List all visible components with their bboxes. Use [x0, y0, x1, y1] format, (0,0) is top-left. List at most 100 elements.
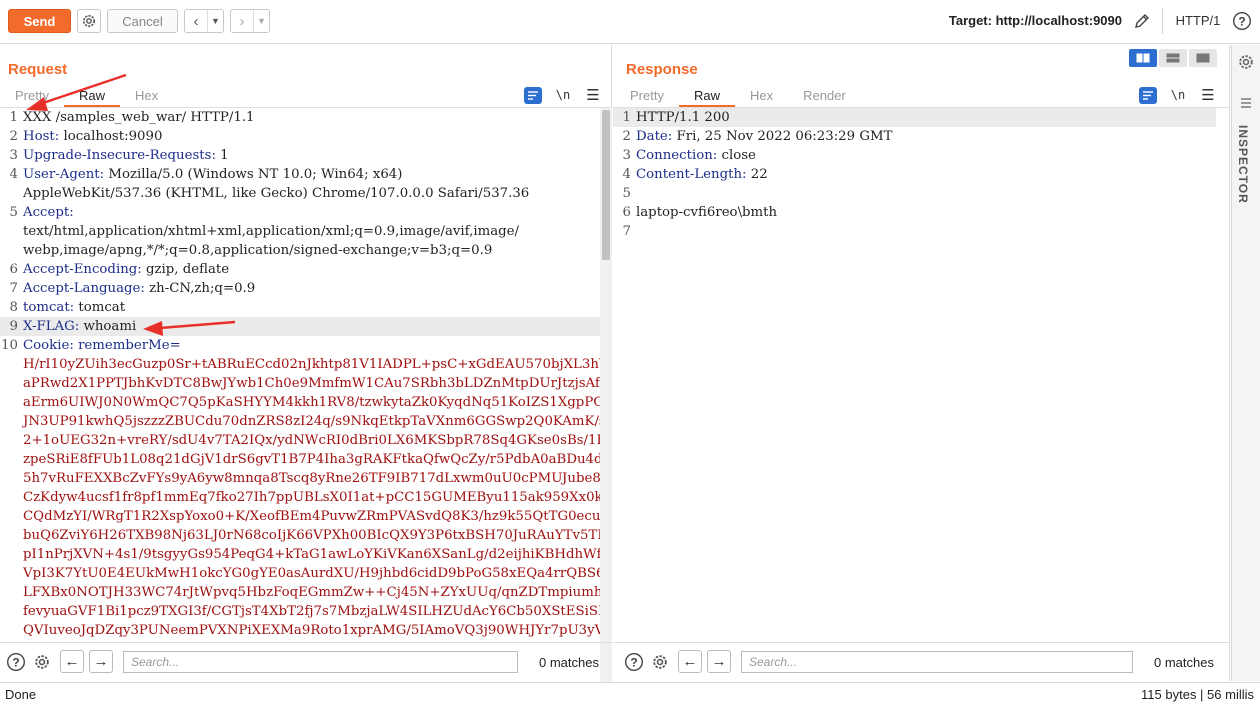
- line-number: [0, 469, 22, 488]
- http-version-toggle[interactable]: HTTP/1: [1170, 13, 1226, 28]
- header-name: Accept-Encoding:: [23, 262, 142, 277]
- code-line: 2 Host: localhost:9090: [0, 127, 600, 146]
- search-prev-button[interactable]: ←: [60, 650, 84, 673]
- line-number: 10: [1, 338, 18, 353]
- code-line: 6 Accept-Encoding: gzip, deflate: [0, 260, 600, 279]
- code-line: fevyuaGVF1Bi1pcz9TXGI3f/CGTjsT4XbT2fj7s7…: [0, 602, 600, 621]
- target-label: Target: http://localhost:9090: [948, 13, 1122, 28]
- search-prev-button[interactable]: ←: [678, 650, 702, 673]
- line-number: [0, 431, 22, 450]
- cookie-value: LFXBx0NOTJH33WC74rJtWpvq5HbzFoqEGmmZw++C…: [23, 585, 600, 600]
- code-line: QVIuveoJqDZqy3PUNeemPVXNPiXEXMa9Roto1xpr…: [0, 621, 600, 640]
- line-number: [0, 355, 22, 374]
- search-next-button[interactable]: →: [707, 650, 731, 673]
- line-number: 3: [622, 148, 631, 163]
- help-icon[interactable]: ?: [6, 652, 26, 672]
- line-content: QVIuveoJqDZqy3PUNeemPVXNPiXEXMa9Roto1xpr…: [22, 621, 600, 640]
- split-vertical-layout-icon[interactable]: [1159, 49, 1187, 67]
- line-content: buQ6ZviY6H26TXB98Nj63LJ0rN68coIjK66VPXh0…: [22, 526, 600, 545]
- header-value: XXX /samples_web_war/ HTTP/1.1: [23, 110, 255, 125]
- line-number: [0, 412, 22, 431]
- line-number: [0, 184, 22, 203]
- newline-toggle[interactable]: \n: [1167, 88, 1189, 102]
- code-line: JN3UP91kwhQ5jszzzZBUCdu70dnZRS8zI24q/s9N…: [0, 412, 600, 431]
- tab-hex[interactable]: Hex: [120, 85, 173, 107]
- line-number: 2: [622, 129, 631, 144]
- cookie-value: CQdMzYI/WRgT1R2XspYoxo0+K/XeofBEm4PuvwZR…: [23, 509, 600, 524]
- code-line: 8 tomcat: tomcat: [0, 298, 600, 317]
- cookie-value: aErm6UIWJ0N0WmQC7Q5pKaSHYYM4kkh1RV8/tzwk…: [23, 395, 600, 410]
- code-line: 7: [613, 222, 1216, 241]
- code-line: 2+1oUEG32n+vreRY/sdU4v7TA2IQx/ydNWcRI0dB…: [0, 431, 600, 450]
- cookie-value: buQ6ZviY6H26TXB98Nj63LJ0rN68coIjK66VPXh0…: [23, 528, 600, 543]
- cookie-value: VpI3K7YtU0E4EUkMwH1okcYG0gYE0asAurdXU/H9…: [23, 566, 600, 581]
- settings-gear-icon[interactable]: [77, 9, 101, 33]
- header-name: tomcat:: [23, 300, 75, 315]
- line-number: 5: [622, 186, 631, 201]
- request-scrollbar[interactable]: [600, 108, 612, 688]
- inspector-sidebar[interactable]: INSPECTOR: [1231, 45, 1260, 681]
- menu-icon[interactable]: ☰: [1199, 86, 1217, 104]
- status-bar: Done 115 bytes | 56 millis: [0, 682, 1260, 703]
- line-number: [0, 621, 22, 640]
- line-content: 2+1oUEG32n+vreRY/sdU4v7TA2IQx/ydNWcRI0dB…: [22, 431, 600, 450]
- line-content: H/rI10yZUih3ecGuzp0Sr+tABRuECcd02nJkhtp8…: [22, 355, 600, 374]
- scrollbar-thumb[interactable]: [602, 110, 610, 260]
- inspector-gear-icon[interactable]: [1237, 53, 1255, 74]
- split-horizontal-layout-icon[interactable]: [1129, 49, 1157, 67]
- history-back-button[interactable]: ‹ ▼: [184, 9, 224, 33]
- request-editor[interactable]: 1 XXX /samples_web_war/ HTTP/1.1 2 Host: lo…: [0, 108, 600, 642]
- edit-target-pencil-icon[interactable]: [1130, 9, 1154, 33]
- history-forward-button[interactable]: › ▼: [230, 9, 270, 33]
- tab-render[interactable]: Render: [788, 85, 861, 107]
- line-number: [0, 545, 22, 564]
- send-button[interactable]: Send: [8, 9, 71, 33]
- tab-pretty[interactable]: Pretty: [615, 85, 679, 107]
- code-line: 1 XXX /samples_web_war/ HTTP/1.1: [0, 108, 600, 127]
- inspector-list-icon[interactable]: [1238, 97, 1254, 112]
- response-title: Response: [626, 61, 698, 78]
- line-content: text/html,application/xhtml+xml,applicat…: [22, 222, 600, 241]
- pretty-print-icon[interactable]: [524, 86, 542, 104]
- line-number: [0, 564, 22, 583]
- request-title: Request: [8, 61, 68, 78]
- inspector-label[interactable]: INSPECTOR: [1236, 125, 1250, 204]
- chevron-right-icon: ›: [239, 12, 245, 30]
- response-editor[interactable]: 1 HTTP/1.1 200 2 Date: Fri, 25 Nov 2022 06:…: [613, 108, 1216, 642]
- chevron-down-icon[interactable]: ▼: [253, 10, 269, 32]
- code-line: 6 laptop-cvfi6reo\bmth: [613, 203, 1216, 222]
- response-editor-tools: \n ☰: [1139, 85, 1217, 105]
- help-icon[interactable]: ?: [1230, 9, 1254, 33]
- line-content: VpI3K7YtU0E4EUkMwH1okcYG0gYE0asAurdXU/H9…: [22, 564, 600, 583]
- help-icon[interactable]: ?: [624, 652, 644, 672]
- line-number: [0, 450, 22, 469]
- tab-raw[interactable]: Raw: [63, 85, 120, 107]
- header-value: laptop-cvfi6reo\bmth: [636, 205, 778, 220]
- response-search-bar: ? ← → 0 matches: [613, 642, 1230, 680]
- svg-text:?: ?: [12, 655, 19, 669]
- cookie-value: 5h7vRuFEXXBcZvFYs9yA6yw8mnqa8Tscq8yRne26…: [23, 471, 600, 486]
- tabs-layout-icon[interactable]: [1189, 49, 1217, 67]
- search-settings-gear-icon[interactable]: [650, 652, 670, 672]
- chevron-down-icon[interactable]: ▼: [207, 10, 223, 32]
- tab-raw[interactable]: Raw: [678, 85, 735, 107]
- header-value: zh-CN,zh;q=0.9: [144, 281, 256, 296]
- line-number: 9: [9, 319, 18, 334]
- pretty-print-icon[interactable]: [1139, 86, 1157, 104]
- cancel-button[interactable]: Cancel: [107, 9, 178, 33]
- newline-toggle[interactable]: \n: [552, 88, 574, 102]
- header-name: Host:: [23, 129, 60, 144]
- menu-icon[interactable]: ☰: [584, 86, 602, 104]
- search-next-button[interactable]: →: [89, 650, 113, 673]
- code-line: CzKdyw4ucsf1fr8pf1mmEq7fko27Ih7ppUBLsX0I…: [0, 488, 600, 507]
- tab-hex[interactable]: Hex: [735, 85, 788, 107]
- line-number: [0, 393, 22, 412]
- request-search-input[interactable]: [123, 651, 518, 673]
- header-name: Connection:: [636, 148, 718, 163]
- search-settings-gear-icon[interactable]: [32, 652, 52, 672]
- code-line: aErm6UIWJ0N0WmQC7Q5pKaSHYYM4kkh1RV8/tzwk…: [0, 393, 600, 412]
- tab-pretty[interactable]: Pretty: [0, 85, 64, 107]
- header-name: Cookie:: [23, 338, 74, 353]
- response-search-input[interactable]: [741, 651, 1133, 673]
- header-name: X-FLAG:: [23, 319, 80, 334]
